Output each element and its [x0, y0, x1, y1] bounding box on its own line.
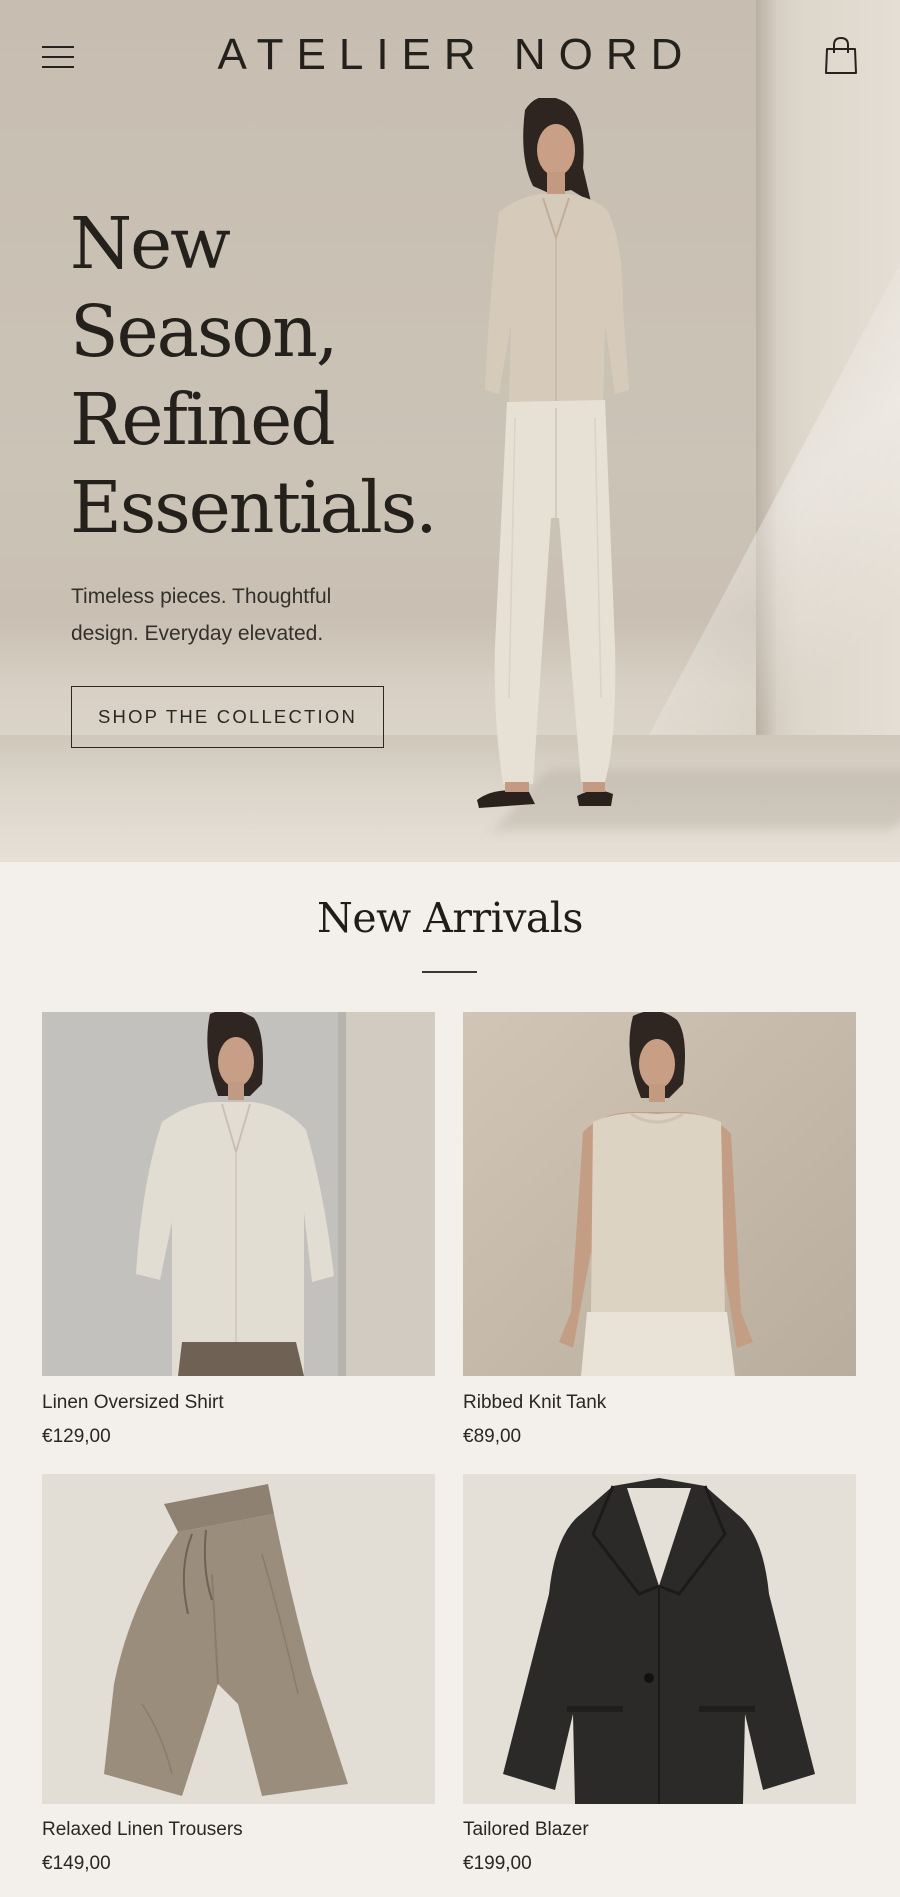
- hero-headline-line: Essentials.: [70, 466, 438, 549]
- top-navigation-bar: ATELIER NORD: [0, 0, 900, 120]
- section-divider: [422, 971, 477, 973]
- product-card[interactable]: Ribbed Knit Tank €89,00: [463, 1010, 856, 1447]
- product-price: €149,00: [42, 1853, 111, 1874]
- hero-headline: New Season, Refined Essentials.: [70, 200, 438, 552]
- product-price: €89,00: [463, 1426, 522, 1447]
- product-image[interactable]: [463, 1474, 856, 1804]
- product-name[interactable]: Ribbed Knit Tank: [463, 1392, 606, 1414]
- section-title-new-arrivals: New Arrivals: [317, 894, 583, 942]
- hero-subtitle: Timeless pieces. Thoughtful design. Ever…: [71, 585, 332, 645]
- product-price: €199,00: [463, 1853, 532, 1874]
- hero-headline-line: Refined: [70, 378, 336, 461]
- brand-logo[interactable]: ATELIER NORD: [0, 30, 900, 80]
- shop-collection-button[interactable]: SHOP THE COLLECTION: [71, 686, 384, 748]
- product-name[interactable]: Tailored Blazer: [463, 1819, 589, 1841]
- shopping-bag-icon[interactable]: [823, 36, 859, 76]
- product-image[interactable]: [42, 1474, 435, 1804]
- product-image[interactable]: [42, 1009, 435, 1376]
- hero-banner: ATELIER NORD New Season, Refined Essenti…: [0, 0, 900, 862]
- product-price: €129,00: [42, 1426, 111, 1447]
- product-card[interactable]: Tailored Blazer €199,00: [463, 1474, 856, 1874]
- product-name[interactable]: Relaxed Linen Trousers: [42, 1819, 243, 1841]
- product-card[interactable]: Linen Oversized Shirt €129,00: [42, 1009, 435, 1447]
- hero-model-image: [477, 98, 629, 808]
- hero-headline-line: Season,: [70, 290, 338, 373]
- product-card[interactable]: Relaxed Linen Trousers €149,00: [42, 1474, 435, 1874]
- hero-headline-line: New: [70, 202, 231, 285]
- product-image[interactable]: [463, 1010, 856, 1376]
- product-name[interactable]: Linen Oversized Shirt: [42, 1392, 224, 1414]
